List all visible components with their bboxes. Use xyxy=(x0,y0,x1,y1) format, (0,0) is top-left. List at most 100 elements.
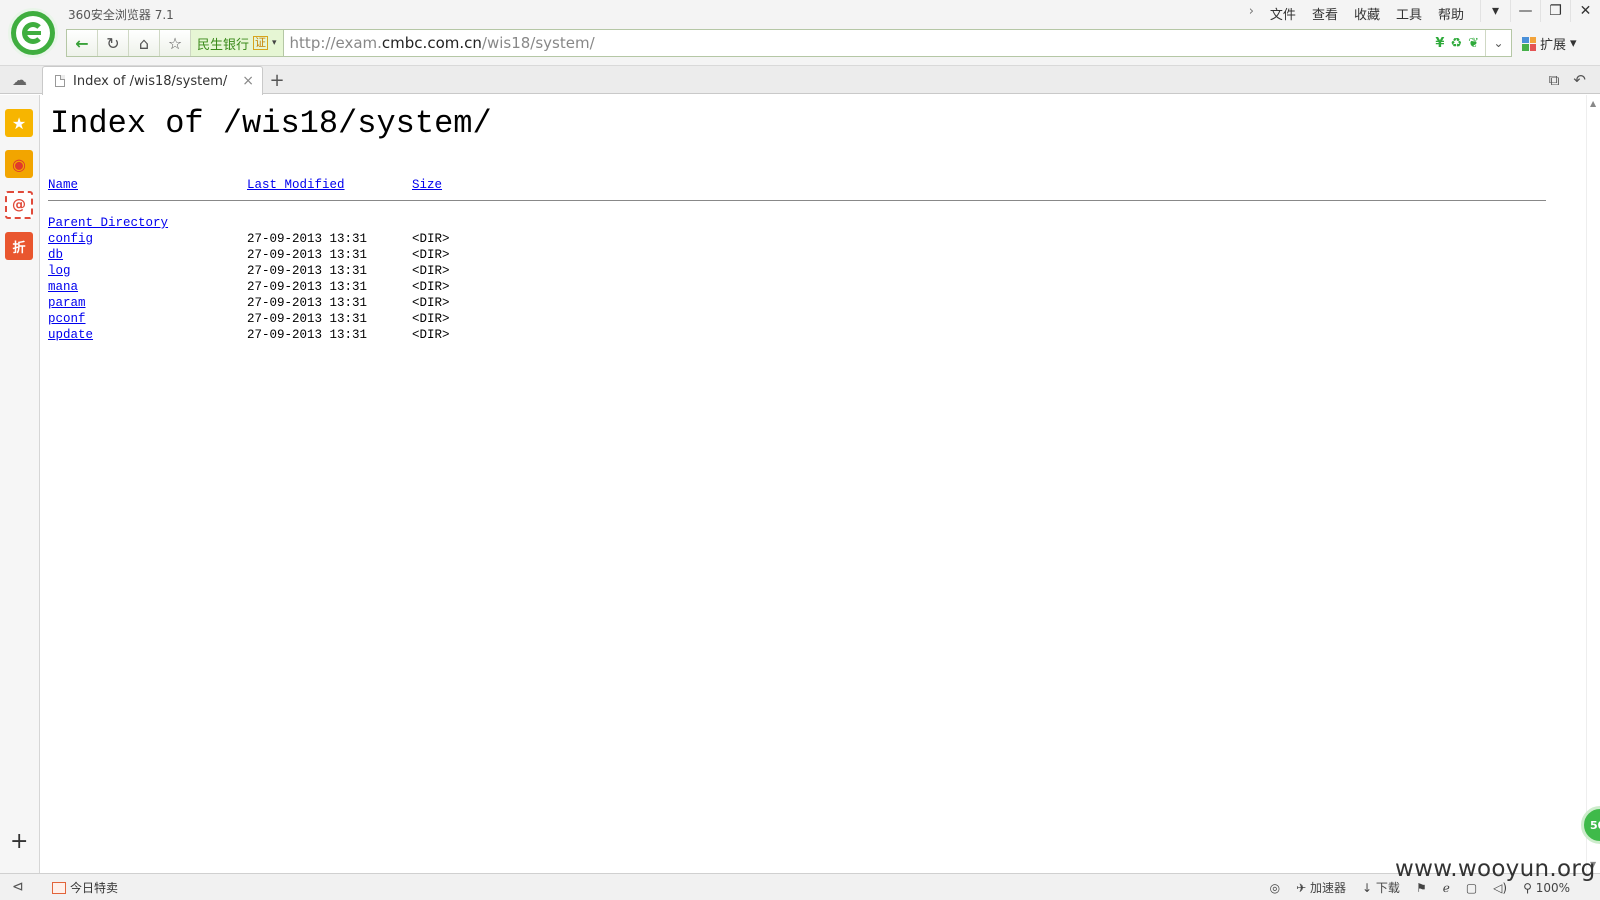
size-cell: <DIR> xyxy=(412,296,450,310)
sort-size-link[interactable]: Size xyxy=(412,177,442,193)
maximize-button[interactable]: ❐ xyxy=(1540,0,1570,22)
directory-listing: Name Last Modified Size Parent Directory… xyxy=(48,177,1546,343)
dir-link-config[interactable]: config xyxy=(48,231,93,247)
menu-help[interactable]: 帮助 xyxy=(1438,4,1464,23)
size-cell: <DIR> xyxy=(412,264,450,278)
extensions-button[interactable]: 扩展 ▾ xyxy=(1522,34,1577,53)
url-prefix: http://exam. xyxy=(289,34,382,52)
dir-link-pconf[interactable]: pconf xyxy=(48,311,86,327)
url-path: /wis18/system/ xyxy=(481,34,595,52)
collapse-sidebar-icon[interactable]: ⊲ xyxy=(12,879,24,895)
tab-list-icon[interactable]: ⧉ xyxy=(1549,71,1560,89)
page-icon xyxy=(55,75,65,87)
size-cell: <DIR> xyxy=(412,280,450,294)
vertical-scrollbar[interactable]: ▲ ▼ xyxy=(1586,95,1600,873)
table-row: update 27-09-2013 13:31 <DIR> xyxy=(48,327,1546,343)
sidebar-add-button[interactable]: + xyxy=(10,829,28,854)
leaf-icon[interactable]: ❦ xyxy=(1468,36,1479,51)
security-icon[interactable]: ◎ xyxy=(1270,881,1280,895)
modified-cell: 27-09-2013 13:31 xyxy=(247,264,368,278)
ie-icon[interactable]: ℯ xyxy=(1443,881,1450,895)
table-row: pconf 27-09-2013 13:31 <DIR> xyxy=(48,311,1546,327)
caret-down-icon: ▾ xyxy=(272,38,277,48)
modified-cell: 27-09-2013 13:31 xyxy=(247,248,368,262)
home-button[interactable]: ⌂ xyxy=(129,30,160,56)
tab-close-icon[interactable]: × xyxy=(242,73,254,89)
certificate-badge[interactable]: 民生银行 证 ▾ xyxy=(191,30,284,56)
parent-directory-link[interactable]: Parent Directory xyxy=(48,215,168,231)
menu-tools[interactable]: 工具 xyxy=(1396,4,1422,23)
accelerator-button[interactable]: ✈ 加速器 xyxy=(1296,879,1346,896)
cloud-icon[interactable]: ☁ xyxy=(12,71,28,89)
bookmark-star-button[interactable]: ☆ xyxy=(160,30,191,56)
page-content: Index of /wis18/system/ Name Last Modifi… xyxy=(41,95,1586,873)
modified-cell: 27-09-2013 13:31 xyxy=(247,232,368,246)
skin-icon[interactable]: ▾ xyxy=(1480,0,1510,22)
extensions-grid-icon xyxy=(1522,36,1536,51)
address-bar[interactable]: http://exam. cmbc.com.cn/wis18/system/ xyxy=(284,30,1436,56)
today-deals-button[interactable]: 今日特卖 xyxy=(52,879,118,896)
browser-logo[interactable] xyxy=(8,8,58,58)
window-icon[interactable]: ▢ xyxy=(1466,881,1477,895)
modified-cell: 27-09-2013 13:31 xyxy=(247,296,368,310)
undo-close-icon[interactable]: ↶ xyxy=(1573,71,1586,89)
close-window-button[interactable]: ✕ xyxy=(1570,0,1600,22)
chevron-right-icon[interactable]: › xyxy=(1249,4,1254,23)
size-cell: <DIR> xyxy=(412,248,450,262)
yen-icon[interactable]: ¥ xyxy=(1435,36,1444,51)
new-tab-button[interactable]: + xyxy=(266,69,288,91)
url-dropdown-button[interactable]: ⌄ xyxy=(1485,30,1511,56)
size-cell: <DIR> xyxy=(412,328,450,342)
back-button[interactable]: ← xyxy=(67,30,98,56)
page-title: Index of /wis18/system/ xyxy=(50,105,492,142)
listing-header: Name Last Modified Size xyxy=(48,177,1546,199)
size-cell: <DIR> xyxy=(412,232,450,246)
minimize-button[interactable]: — xyxy=(1510,0,1540,22)
tab-title: Index of /wis18/system/ xyxy=(73,73,228,89)
table-row: log 27-09-2013 13:31 <DIR> xyxy=(48,263,1546,279)
zoom-label: 100% xyxy=(1535,880,1570,895)
modified-cell: 27-09-2013 13:31 xyxy=(247,312,368,326)
dir-link-update[interactable]: update xyxy=(48,327,93,343)
menu-bar: › 文件 查看 收藏 工具 帮助 xyxy=(1249,4,1464,23)
accelerator-label: 加速器 xyxy=(1310,881,1347,895)
tab-bar: ☁ Index of /wis18/system/ × + ⧉ ↶ xyxy=(0,66,1600,95)
menu-view[interactable]: 查看 xyxy=(1312,4,1338,23)
sort-modified-link[interactable]: Last Modified xyxy=(247,177,345,193)
discount-icon[interactable]: 折 xyxy=(5,232,33,260)
refresh-button[interactable]: ↻ xyxy=(98,30,129,56)
dir-link-mana[interactable]: mana xyxy=(48,279,78,295)
zoom-control[interactable]: ⚲ 100% xyxy=(1523,881,1570,895)
app-title: 360安全浏览器 7.1 xyxy=(68,8,174,22)
cert-verified-icon: 证 xyxy=(253,36,269,50)
dir-link-db[interactable]: db xyxy=(48,247,63,263)
watermark: www.wooyun.org xyxy=(1395,856,1596,882)
menu-file[interactable]: 文件 xyxy=(1270,4,1296,23)
speaker-icon[interactable]: ◁) xyxy=(1493,881,1507,895)
status-bar: ⊲ 今日特卖 ◎ ✈ 加速器 ↓ 下载 ⚑ ℯ ▢ ◁) ⚲ 100% xyxy=(0,873,1600,900)
favorites-star-icon[interactable]: ★ xyxy=(5,109,33,137)
recycle-icon[interactable]: ♻ xyxy=(1450,36,1462,51)
table-row: mana 27-09-2013 13:31 <DIR> xyxy=(48,279,1546,295)
tab-active[interactable]: Index of /wis18/system/ × xyxy=(42,66,263,95)
today-deals-label: 今日特卖 xyxy=(70,881,119,895)
download-label: 下载 xyxy=(1375,881,1400,895)
scroll-up-arrow-icon[interactable]: ▲ xyxy=(1590,99,1596,108)
extensions-label: 扩展 xyxy=(1540,38,1567,53)
window-controls: ▾ — ❐ ✕ xyxy=(1480,0,1600,22)
sort-name-link[interactable]: Name xyxy=(48,177,78,193)
weibo-icon[interactable]: ◉ xyxy=(5,150,33,178)
menu-favorites[interactable]: 收藏 xyxy=(1354,4,1380,23)
navigation-bar: ← ↻ ⌂ ☆ 民生银行 证 ▾ http://exam. cmbc.com.cn… xyxy=(0,26,1600,66)
address-group: ← ↻ ⌂ ☆ 民生银行 证 ▾ http://exam. cmbc.com.cn… xyxy=(66,29,1512,57)
mail-icon[interactable]: @ xyxy=(5,191,33,219)
table-row: param 27-09-2013 13:31 <DIR> xyxy=(48,295,1546,311)
table-row: db 27-09-2013 13:31 <DIR> xyxy=(48,247,1546,263)
flag-icon[interactable]: ⚑ xyxy=(1416,881,1427,895)
dir-link-param[interactable]: param xyxy=(48,295,86,311)
tab-tools: ⧉ ↶ xyxy=(1549,71,1586,89)
size-cell: <DIR> xyxy=(412,312,450,326)
e-logo-icon xyxy=(22,22,44,44)
dir-link-log[interactable]: log xyxy=(48,263,71,279)
parent-directory-row: Parent Directory xyxy=(48,215,1546,231)
